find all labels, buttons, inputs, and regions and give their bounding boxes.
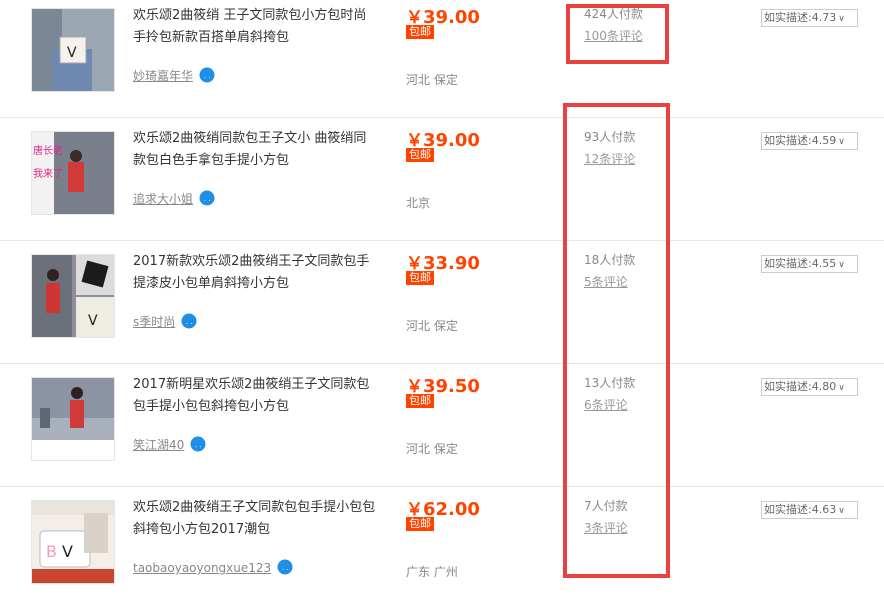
chat-bubble-icon[interactable]: . . — [199, 67, 215, 83]
location: 河北 保定 — [406, 319, 458, 333]
free-shipping-badge: 包邮 — [406, 394, 434, 408]
thumb-caption-2: 我来了 — [33, 168, 63, 180]
free-shipping-badge: 包邮 — [406, 517, 434, 531]
rating-dropdown[interactable]: 如实描述:4.63 ∨ — [761, 501, 858, 519]
seller-name[interactable]: 追求大小姐 — [133, 192, 193, 206]
seller-name[interactable]: 妙琦嘉年华 — [133, 69, 193, 83]
product-thumbnail[interactable] — [31, 377, 115, 461]
product-photo: V — [32, 9, 114, 91]
svg-text:V: V — [62, 542, 73, 561]
product-thumbnail[interactable]: V — [31, 8, 115, 92]
svg-text:. .: . . — [195, 441, 202, 449]
svg-text:. .: . . — [204, 72, 211, 80]
product-title[interactable]: 2017新明星欢乐颂2曲筱绡王子文同款包包手提小包包斜挎包小方包 — [133, 374, 378, 418]
chevron-down-icon: ∨ — [838, 260, 845, 270]
listing-row: 唐长老 我来了 欢乐颂2曲筱绡同款包王子文小 曲筱绡同款包白色手拿包手提小方包 … — [0, 118, 884, 241]
seller-name[interactable]: taobaoyaoyongxue123 — [133, 561, 271, 575]
product-title[interactable]: 2017新款欢乐颂2曲筱绡王子文同款包手提漆皮小包单肩斜挎小方包 — [133, 251, 378, 295]
location: 北京 — [406, 196, 431, 210]
rating-dropdown[interactable]: 如实描述:4.55 ∨ — [761, 255, 858, 273]
seller-link[interactable]: 追求大小姐 . . — [133, 190, 215, 207]
product-photo: B V — [32, 501, 114, 583]
chat-bubble-icon[interactable]: . . — [277, 559, 293, 575]
svg-text:. .: . . — [186, 318, 193, 326]
listing-row: V 2017新款欢乐颂2曲筱绡王子文同款包手提漆皮小包单肩斜挎小方包 s季时尚.… — [0, 241, 884, 364]
chat-bubble-icon[interactable]: . . — [199, 190, 215, 206]
svg-text:. .: . . — [204, 195, 211, 203]
svg-text:V: V — [88, 313, 98, 329]
thumb-caption-1: 唐长老 — [33, 144, 63, 157]
rating-label: 如实描述:4.80 — [764, 380, 837, 393]
product-photo: V — [32, 255, 114, 337]
location: 河北 保定 — [406, 442, 458, 456]
chevron-down-icon: ∨ — [838, 383, 845, 393]
chat-bubble-icon[interactable]: . . — [190, 436, 206, 452]
seller-link[interactable]: s季时尚 . . — [133, 313, 197, 330]
rating-label: 如实描述:4.73 — [764, 11, 837, 24]
location: 河北 保定 — [406, 73, 458, 87]
free-shipping-badge: 包邮 — [406, 148, 434, 162]
chat-bubble-icon[interactable]: . . — [181, 313, 197, 329]
product-thumbnail[interactable]: B V — [31, 500, 115, 584]
seller-link[interactable]: 笑江湖40 . . — [133, 436, 206, 453]
product-photo — [32, 378, 114, 460]
product-thumbnail[interactable]: 唐长老 我来了 — [31, 131, 115, 215]
product-title[interactable]: 欢乐颂2曲筱绡王子文同款包包手提小包包斜挎包小方包2017潮包 — [133, 497, 378, 541]
highlight-box-top — [566, 4, 669, 64]
free-shipping-badge: 包邮 — [406, 271, 434, 285]
svg-text:V: V — [67, 45, 77, 61]
seller-link[interactable]: taobaoyaoyongxue123 . . — [133, 559, 293, 575]
free-shipping-badge: 包邮 — [406, 25, 434, 39]
chevron-down-icon: ∨ — [838, 506, 845, 516]
rating-dropdown[interactable]: 如实描述:4.59 ∨ — [761, 132, 858, 150]
listing-row: B V 欢乐颂2曲筱绡王子文同款包包手提小包包斜挎包小方包2017潮包 taob… — [0, 487, 884, 610]
rating-dropdown[interactable]: 如实描述:4.80 ∨ — [761, 378, 858, 396]
rating-label: 如实描述:4.59 — [764, 134, 837, 147]
svg-text:. .: . . — [282, 564, 289, 572]
product-title[interactable]: 欢乐颂2曲筱绡同款包王子文小 曲筱绡同款包白色手拿包手提小方包 — [133, 128, 378, 172]
listing-row: V 欢乐颂2曲筱绡 王子文同款包小方包时尚手拎包新款百搭单肩斜挎包 妙琦嘉年华.… — [0, 0, 884, 118]
product-photo: 唐长老 我来了 — [32, 132, 114, 214]
product-thumbnail[interactable]: V — [31, 254, 115, 338]
seller-link[interactable]: 妙琦嘉年华 . . — [133, 67, 215, 84]
svg-text:B: B — [46, 542, 57, 561]
listing-row: 2017新明星欢乐颂2曲筱绡王子文同款包包手提小包包斜挎包小方包 笑江湖40 . … — [0, 364, 884, 487]
rating-label: 如实描述:4.55 — [764, 257, 837, 270]
rating-dropdown[interactable]: 如实描述:4.73 ∨ — [761, 9, 858, 27]
product-title[interactable]: 欢乐颂2曲筱绡 王子文同款包小方包时尚手拎包新款百搭单肩斜挎包 — [133, 5, 378, 49]
chevron-down-icon: ∨ — [838, 137, 845, 147]
chevron-down-icon: ∨ — [838, 14, 845, 24]
seller-name[interactable]: 笑江湖40 — [133, 438, 184, 452]
seller-name[interactable]: s季时尚 — [133, 315, 175, 329]
rating-label: 如实描述:4.63 — [764, 503, 837, 516]
location: 广东 广州 — [406, 565, 458, 579]
highlight-box-main — [563, 103, 670, 578]
